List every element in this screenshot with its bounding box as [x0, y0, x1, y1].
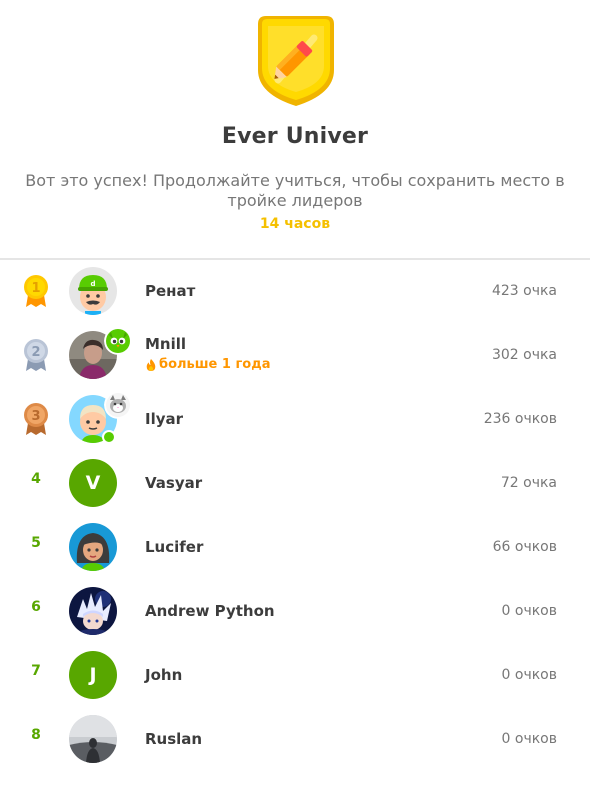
flame-icon	[146, 358, 156, 371]
cartoon-girl-avatar[interactable]	[69, 523, 117, 571]
user-points: 0 очков	[501, 603, 557, 619]
leaderboard-row[interactable]: 3 Ilyar 236 очков	[0, 387, 590, 451]
letter-avatar[interactable]: V	[69, 459, 117, 507]
user-name: Andrew Python	[145, 602, 275, 620]
online-indicator	[102, 430, 116, 444]
rank-number: 8	[31, 727, 41, 743]
user-name: Mnill	[145, 335, 187, 353]
leaderboard-row[interactable]: 2 Mnill больше 1 года 302 очка	[0, 323, 590, 387]
user-points: 236 очков	[483, 411, 557, 427]
user-points: 0 очков	[501, 667, 557, 683]
letter-avatar[interactable]: J	[69, 651, 117, 699]
leaderboard-row[interactable]: 1 d Ренат 423 очка	[0, 259, 590, 323]
user-name: Lucifer	[145, 538, 204, 556]
user-name: Ruslan	[145, 730, 203, 748]
user-points: 423 очка	[491, 283, 557, 299]
streak-text: больше 1 года	[159, 357, 271, 372]
leaderboard-row[interactable]: 8 Ruslan 0 очков	[0, 707, 590, 771]
rank-number: 4	[31, 471, 41, 487]
gold-medal-icon: 1	[24, 275, 48, 307]
svg-text:d: d	[90, 280, 95, 288]
leaderboard-row[interactable]: 5 Lucifer 66 очков	[0, 515, 590, 579]
user-name: Vasyar	[145, 474, 203, 492]
league-subtitle: Вот это успех! Продолжайте учиться, чтоб…	[25, 171, 565, 210]
pencil-shield-icon	[258, 16, 334, 106]
rank-number: 7	[31, 663, 41, 679]
leaderboard-row[interactable]: 4 V Vasyar 72 очка	[0, 451, 590, 515]
league-header: Ever Univer Вот это успех! Продолжайте у…	[0, 0, 590, 258]
user-points: 66 очков	[492, 539, 557, 555]
foggy-photo-avatar[interactable]	[69, 715, 117, 763]
user-points: 72 очка	[500, 475, 557, 491]
user-name: John	[145, 666, 183, 684]
rank-number: 3	[31, 409, 40, 424]
anime-avatar[interactable]	[69, 587, 117, 635]
user-name: Ренат	[145, 282, 196, 300]
user-name: Ilyar	[145, 410, 184, 428]
user-points: 302 очка	[491, 347, 557, 363]
streak-label: больше 1 года	[145, 357, 270, 372]
leaderboard-list: 1 d Ренат 423 очка 2 Mnill больше 1 года…	[0, 259, 590, 771]
silver-medal-icon: 2	[24, 339, 48, 371]
rank-number: 6	[31, 599, 41, 615]
rank-number: 2	[31, 345, 40, 360]
user-points: 0 очков	[501, 731, 557, 747]
duo-owl-icon	[104, 327, 132, 355]
leaderboard-row[interactable]: 7 J John 0 очков	[0, 643, 590, 707]
rank-number: 5	[31, 535, 41, 551]
league-title: Ever Univer	[221, 124, 369, 149]
time-remaining: 14 часов	[259, 216, 331, 232]
bronze-medal-icon: 3	[24, 403, 48, 435]
rank-number: 1	[31, 281, 40, 296]
leaderboard-row[interactable]: 6 Andrew Python 0 очков	[0, 579, 590, 643]
cat-icon	[104, 391, 132, 419]
cartoon-cap-avatar[interactable]: d	[69, 267, 117, 315]
